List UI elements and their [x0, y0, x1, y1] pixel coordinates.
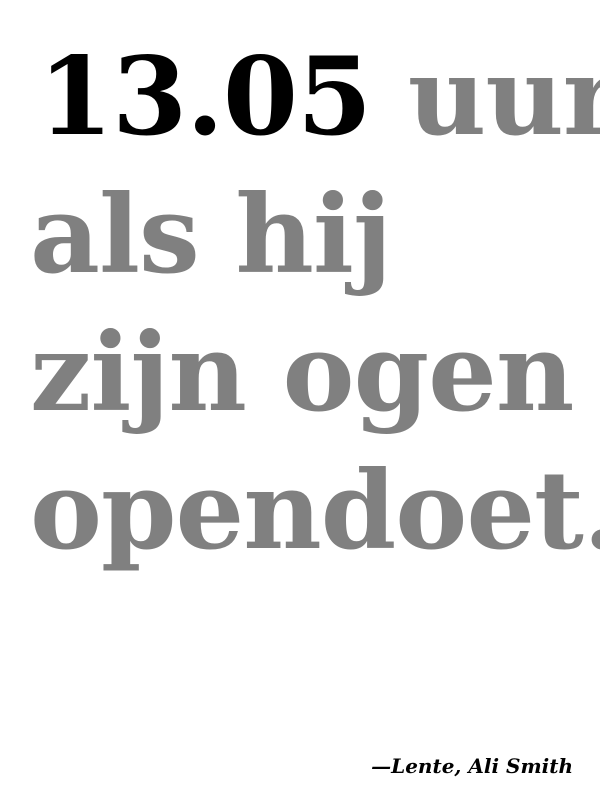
quote-line-3: zijn ogen: [30, 310, 574, 436]
quote-block: 13.05 uur als hij zijn ogen opendoet.: [30, 28, 600, 580]
quote-line-4: opendoet.: [30, 448, 600, 574]
quote-time: 13.05: [38, 34, 372, 160]
quote-line-2: als hij: [30, 172, 392, 298]
quote-line-1: 13.05 uur: [30, 28, 600, 166]
attribution: —Lente, Ali Smith: [371, 754, 573, 778]
quote-line-1-rest: uur: [407, 34, 600, 160]
